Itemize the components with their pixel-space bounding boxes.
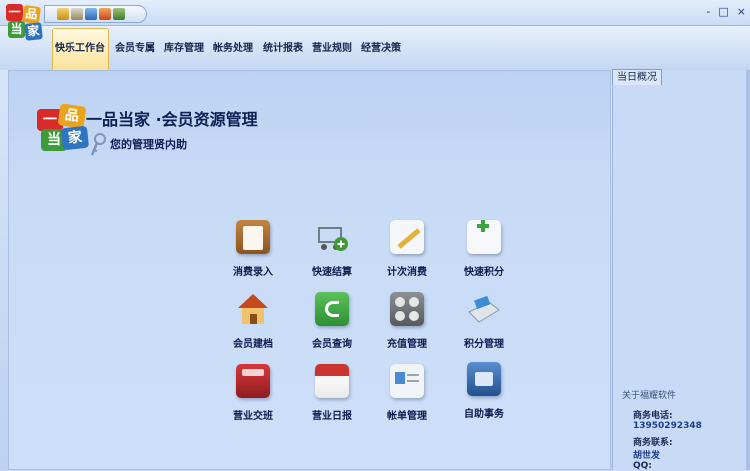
- tab-rules[interactable]: 营业规则: [312, 39, 352, 57]
- tile-shift-handover[interactable]: 营业交班: [218, 364, 288, 426]
- maximize-button[interactable]: □: [718, 5, 728, 18]
- calendar-icon: [315, 364, 349, 398]
- tile-label: 充值管理: [387, 339, 427, 350]
- arrow-icon[interactable]: [85, 8, 97, 20]
- phone-label: 商务电话:: [633, 411, 673, 421]
- tab-today-overview[interactable]: 当日概况: [612, 69, 662, 85]
- tile-consume-entry[interactable]: 消费录入: [218, 220, 288, 282]
- tab-inventory[interactable]: 库存管理: [164, 39, 204, 57]
- tab-workbench[interactable]: 快乐工作台: [55, 39, 105, 57]
- lock-icon[interactable]: [57, 8, 69, 20]
- tile-self-service[interactable]: 自助事务: [449, 362, 519, 424]
- tile-bill-manage[interactable]: 帐单管理: [372, 364, 442, 426]
- tile-label: 自助事务: [464, 409, 504, 420]
- tile-label: 营业日报: [312, 411, 352, 422]
- home-icon[interactable]: [99, 8, 111, 20]
- contact-label: 商务联系:: [633, 438, 673, 448]
- logo-char: 品: [21, 4, 42, 25]
- tile-label: 帐单管理: [387, 411, 427, 422]
- logo-char: 家: [24, 22, 43, 41]
- clipboard-icon: [236, 220, 270, 254]
- scrollbar[interactable]: [746, 70, 750, 470]
- tab-members[interactable]: 会员专属: [115, 39, 155, 57]
- tile-recharge[interactable]: 充值管理: [372, 292, 442, 354]
- calculator-icon: [390, 292, 424, 326]
- tile-label: 积分管理: [464, 339, 504, 350]
- title-bar: - □ ×: [0, 0, 750, 26]
- tab-decisions[interactable]: 经营决策: [361, 39, 401, 57]
- tile-daily-report[interactable]: 营业日报: [297, 364, 367, 426]
- house-icon: [236, 292, 270, 326]
- contact-name: 胡世发: [633, 451, 661, 461]
- app-window: - □ × 一 品 当 家 快乐工作台 会员专属 库存管理 帐务处理 统计报表 …: [0, 0, 750, 471]
- phone-icon: [315, 292, 349, 326]
- logo-char: 当: [8, 21, 25, 38]
- tile-label: 会员查询: [312, 339, 352, 350]
- logo-char: 一: [6, 4, 23, 21]
- brand-logo-char: 家: [60, 125, 90, 151]
- telephone-icon: [467, 362, 501, 396]
- window-controls: - □ ×: [706, 5, 746, 18]
- cart-add-icon: [315, 220, 349, 254]
- tile-label: 计次消费: [387, 267, 427, 278]
- tab-reports[interactable]: 统计报表: [263, 39, 303, 57]
- tile-quick-points[interactable]: 快速积分: [449, 220, 519, 282]
- brand-logo-char: 品: [57, 103, 87, 129]
- tile-member-create[interactable]: 会员建档: [218, 292, 288, 354]
- minimize-button[interactable]: -: [706, 5, 710, 18]
- tab-accounts[interactable]: 帐务处理: [213, 39, 253, 57]
- tile-points-manage[interactable]: 积分管理: [449, 292, 519, 354]
- save-icon[interactable]: [113, 8, 125, 20]
- tile-label: 快速结算: [312, 267, 352, 278]
- tile-count-consume[interactable]: 计次消费: [372, 220, 442, 282]
- notepad-pencil-icon: [390, 220, 424, 254]
- tile-quick-checkout[interactable]: 快速结算: [297, 220, 367, 282]
- document-plus-icon: [467, 220, 501, 254]
- bill-document-icon: [390, 364, 424, 398]
- tile-member-query[interactable]: 会员查询: [297, 292, 367, 354]
- key-icon: [90, 133, 106, 156]
- quick-access-toolbar: [44, 5, 147, 23]
- ribbon: 快乐工作台 会员专属 库存管理 帐务处理 统计报表 营业规则 经营决策: [0, 26, 750, 70]
- tile-label: 会员建档: [233, 339, 273, 350]
- card-machine-icon: [467, 292, 501, 326]
- about-link[interactable]: 关于福耀软件: [622, 388, 676, 401]
- close-button[interactable]: ×: [737, 5, 746, 18]
- phone-number: 13950292348: [633, 421, 702, 431]
- tile-label: 营业交班: [233, 411, 273, 422]
- brand-title: 一品当家 ·会员资源管理: [86, 110, 258, 129]
- app-logo[interactable]: 一 品 当 家: [6, 4, 44, 42]
- tile-label: 快速积分: [464, 267, 504, 278]
- key-lock-icon[interactable]: [71, 8, 83, 20]
- register-icon: [236, 364, 270, 398]
- brand-subtitle: 您的管理贤内助: [110, 138, 187, 151]
- tile-label: 消费录入: [233, 267, 273, 278]
